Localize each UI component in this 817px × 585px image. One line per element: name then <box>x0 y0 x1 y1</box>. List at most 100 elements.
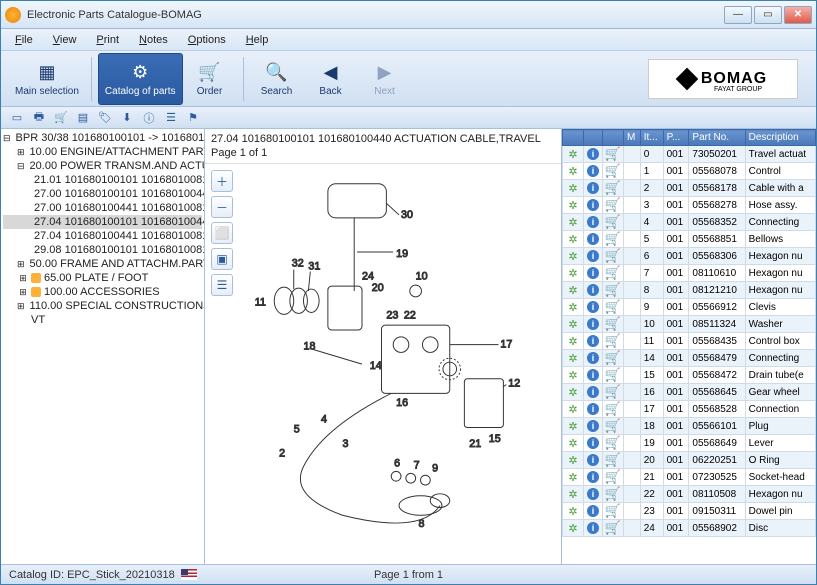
cart-icon[interactable]: 🛒 <box>606 198 620 212</box>
gear-icon[interactable]: ✲ <box>566 402 580 416</box>
menu-view[interactable]: View <box>45 32 85 48</box>
gear-icon[interactable]: ✲ <box>566 368 580 382</box>
info-icon[interactable]: i <box>587 267 599 279</box>
table-row[interactable]: ✲i🛒900105566912Clevis <box>563 299 816 316</box>
cart-icon[interactable]: 🛒 <box>606 283 620 297</box>
table-row[interactable]: ✲i🛒1900105568649Lever <box>563 435 816 452</box>
col-header[interactable] <box>563 130 584 146</box>
gear-icon[interactable]: ✲ <box>566 283 580 297</box>
table-row[interactable]: ✲i🛒700108110610Hexagon nu <box>563 265 816 282</box>
gear-icon[interactable]: ✲ <box>566 470 580 484</box>
table-row[interactable]: ✲i🛒2100107230525Socket-head <box>563 469 816 486</box>
col-header[interactable]: M <box>624 130 641 146</box>
info-icon[interactable]: i <box>587 352 599 364</box>
info-icon[interactable]: i <box>587 369 599 381</box>
info-icon[interactable]: i <box>587 318 599 330</box>
tb-icon-2[interactable]: 🖶 <box>31 110 47 126</box>
info-icon[interactable]: i <box>587 216 599 228</box>
gear-icon[interactable]: ✲ <box>566 487 580 501</box>
table-row[interactable]: ✲i🛒2000106220251O Ring <box>563 452 816 469</box>
tb-icon-5[interactable]: 🏷 <box>97 110 113 126</box>
cart-icon[interactable]: 🛒 <box>606 181 620 195</box>
tree-node[interactable]: ⊞110.00 SPECIAL CONSTRUCTIONS <box>3 299 202 313</box>
table-row[interactable]: ✲i🛒1100105568435Control box <box>563 333 816 350</box>
cart-icon[interactable]: 🛒 <box>606 266 620 280</box>
gear-icon[interactable]: ✲ <box>566 317 580 331</box>
diagram-area[interactable]: ＋ － ⬜ ▣ ☰ 30 19 11 32 31 <box>205 164 561 564</box>
gear-icon[interactable]: ✲ <box>566 351 580 365</box>
menu-file[interactable]: File <box>7 32 41 48</box>
main-selection-button[interactable]: ▦Main selection <box>9 53 85 105</box>
table-row[interactable]: ✲i🛒1600105568645Gear wheel <box>563 384 816 401</box>
tree-node[interactable]: 27.00 101680100441 101680100810 <box>3 201 202 215</box>
menu-print[interactable]: Print <box>88 32 127 48</box>
tree-node[interactable]: 29.08 101680100101 101680100810 <box>3 243 202 257</box>
tree-node[interactable]: 27.00 101680100101 101680100440 <box>3 187 202 201</box>
col-header[interactable]: Description <box>745 130 815 146</box>
col-header[interactable]: P... <box>663 130 689 146</box>
tree-node[interactable]: VT <box>3 313 202 327</box>
expand-icon[interactable]: ⊞ <box>17 272 29 284</box>
tree-node[interactable]: ⊞65.00 PLATE / FOOT <box>3 271 202 285</box>
tree-node[interactable]: ⊞50.00 FRAME AND ATTACHM.PARTS <box>3 257 202 271</box>
zoom-in-button[interactable]: ＋ <box>211 170 233 192</box>
search-button[interactable]: 🔍Search <box>250 53 304 105</box>
cart-icon[interactable]: 🛒 <box>606 470 620 484</box>
table-row[interactable]: ✲i🛒1800105566101Plug <box>563 418 816 435</box>
table-row[interactable]: ✲i🛒600105568306Hexagon nu <box>563 248 816 265</box>
info-icon[interactable]: i <box>587 148 599 160</box>
gear-icon[interactable]: ✲ <box>566 181 580 195</box>
cart-icon[interactable]: 🛒 <box>606 334 620 348</box>
menu-options[interactable]: Options <box>180 32 234 48</box>
cart-icon[interactable]: 🛒 <box>606 453 620 467</box>
zoom-fit-button[interactable]: ⬜ <box>211 222 233 244</box>
flag-icon[interactable] <box>181 569 197 580</box>
info-icon[interactable]: i <box>587 182 599 194</box>
order-button[interactable]: 🛒Order <box>183 53 237 105</box>
menu-notes[interactable]: Notes <box>131 32 176 48</box>
cart-icon[interactable]: 🛒 <box>606 351 620 365</box>
cart-icon[interactable]: 🛒 <box>606 402 620 416</box>
gear-icon[interactable]: ✲ <box>566 334 580 348</box>
back-button[interactable]: ◀Back <box>304 53 358 105</box>
tree-node[interactable]: 27.04 101680100101 101680100440 <box>3 215 202 229</box>
info-icon[interactable]: i <box>587 505 599 517</box>
info-icon[interactable]: i <box>587 284 599 296</box>
zoom-out-button[interactable]: － <box>211 196 233 218</box>
gear-icon[interactable]: ✲ <box>566 453 580 467</box>
close-button[interactable]: ✕ <box>784 6 812 24</box>
gear-icon[interactable]: ✲ <box>566 215 580 229</box>
col-header[interactable] <box>603 130 624 146</box>
table-row[interactable]: ✲i🛒400105568352Connecting <box>563 214 816 231</box>
table-row[interactable]: ✲i🛒1700105568528Connection <box>563 401 816 418</box>
gear-icon[interactable]: ✲ <box>566 266 580 280</box>
zoom-actual-button[interactable]: ▣ <box>211 248 233 270</box>
cart-icon[interactable]: 🛒 <box>606 385 620 399</box>
tree-node[interactable]: ⊞10.00 ENGINE/ATTACHMENT PARTS <box>3 145 202 159</box>
gear-icon[interactable]: ✲ <box>566 249 580 263</box>
cart-icon[interactable]: 🛒 <box>606 368 620 382</box>
gear-icon[interactable]: ✲ <box>566 521 580 535</box>
tree-node[interactable]: ⊟20.00 POWER TRANSM.AND ACTUAT. <box>3 159 202 173</box>
tb-icon-7[interactable]: ⓘ <box>141 110 157 126</box>
table-row[interactable]: ✲i🛒800108121210Hexagon nu <box>563 282 816 299</box>
cart-icon[interactable]: 🛒 <box>606 300 620 314</box>
cart-icon[interactable]: 🛒 <box>606 249 620 263</box>
info-icon[interactable]: i <box>587 301 599 313</box>
table-row[interactable]: ✲i🛒2300109150311Dowel pin <box>563 503 816 520</box>
minimize-button[interactable]: — <box>724 6 752 24</box>
info-icon[interactable]: i <box>587 420 599 432</box>
catalog-parts-button[interactable]: ⚙Catalog of parts <box>98 53 183 105</box>
tb-icon-3[interactable]: 🛒 <box>53 110 69 126</box>
gear-icon[interactable]: ✲ <box>566 164 580 178</box>
info-icon[interactable]: i <box>587 403 599 415</box>
menu-help[interactable]: Help <box>238 32 277 48</box>
gear-icon[interactable]: ✲ <box>566 198 580 212</box>
tree-node[interactable]: ⊟BPR 30/38 101680100101 -> 101680100811 <box>3 131 202 145</box>
info-icon[interactable]: i <box>587 165 599 177</box>
table-row[interactable]: ✲i🛒200105568178Cable with a <box>563 180 816 197</box>
info-icon[interactable]: i <box>587 199 599 211</box>
gear-icon[interactable]: ✲ <box>566 504 580 518</box>
info-icon[interactable]: i <box>587 335 599 347</box>
gear-icon[interactable]: ✲ <box>566 147 580 161</box>
